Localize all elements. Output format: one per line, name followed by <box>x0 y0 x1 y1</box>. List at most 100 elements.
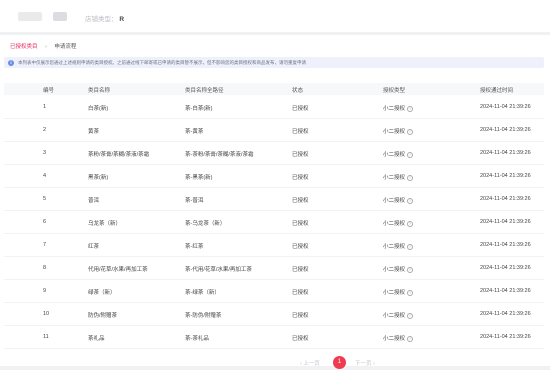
row-status: 已授权 <box>292 290 309 296</box>
auth-type-label: 小二授权 <box>383 290 406 296</box>
column-header-auth-time: 授权通过时间 <box>480 88 514 94</box>
main-content: 已授权类目 › 申请流程 i 本列表中仅展示您通过上述规则申请的类目授权。之前通… <box>0 35 550 369</box>
row-category-path: 茶-绿茶（新） <box>185 290 220 296</box>
row-category-path: 茶-白茶(新) <box>185 106 213 112</box>
table-row: 2 黄茶 茶-黄茶 已授权 小二授权? 2024-11-04 21:39:26 <box>4 118 544 142</box>
row-no: 1 <box>43 104 47 110</box>
help-icon[interactable]: ? <box>407 289 414 296</box>
row-auth-time: 2024-11-04 21:39:26 <box>480 311 531 317</box>
row-category-name: 乌龙茶（新） <box>88 221 122 227</box>
breadcrumb-separator: › <box>45 44 47 50</box>
row-no: 9 <box>43 288 47 294</box>
table-row: 9 绿茶（新） 茶-绿茶（新） 已授权 小二授权? 2024-11-04 21:… <box>4 279 544 303</box>
row-category-path: 茶-黑茶(新) <box>185 175 213 181</box>
row-auth-time: 2024-11-04 21:39:26 <box>480 173 531 179</box>
help-icon[interactable]: ? <box>407 174 414 181</box>
help-icon[interactable]: ? <box>407 151 414 158</box>
pagination: ‹ 上一页 1 下一页 › <box>0 356 550 370</box>
row-auth-time: 2024-11-04 21:39:26 <box>480 265 531 271</box>
row-category-path: 茶-代用/花草/水果/再加工茶 <box>185 267 252 273</box>
table-row: 8 代用/花草/水果/再加工茶 茶-代用/花草/水果/再加工茶 已授权 小二授权… <box>4 256 544 280</box>
breadcrumb-current: 申请流程 <box>54 44 77 50</box>
row-auth-time: 2024-11-04 21:39:26 <box>480 242 531 248</box>
breadcrumb: 已授权类目 › 申请流程 <box>10 42 76 50</box>
row-category-path: 茶-茶粉/茶膏/茶糊/茶液/茶霜 <box>185 152 254 158</box>
row-status: 已授权 <box>292 221 309 227</box>
row-status: 已授权 <box>292 313 309 319</box>
auth-type-label: 小二授权 <box>383 175 406 181</box>
column-header-name: 类目名称 <box>88 88 111 94</box>
table-row: 7 红茶 茶-红茶 已授权 小二授权? 2024-11-04 21:39:26 <box>4 233 544 257</box>
row-auth-type: 小二授权? <box>383 311 414 319</box>
redacted-shop-id <box>53 12 67 21</box>
shop-type-label: 店铺类型： <box>85 16 118 23</box>
row-category-name: 代用/花草/水果/再加工茶 <box>88 267 148 273</box>
row-category-name: 茶粉/茶膏/茶糊/茶液/茶霜 <box>88 152 150 158</box>
row-no: 8 <box>43 265 47 271</box>
row-auth-type: 小二授权? <box>383 288 414 296</box>
table-row: 6 乌龙茶（新） 茶-乌龙茶（新） 已授权 小二授权? 2024-11-04 2… <box>4 210 544 234</box>
info-icon: i <box>8 59 14 66</box>
row-status: 已授权 <box>292 129 309 135</box>
row-category-name: 红茶 <box>88 244 100 250</box>
row-auth-time: 2024-11-04 21:39:26 <box>480 150 531 156</box>
column-header-path: 类目名称全路径 <box>185 88 224 94</box>
row-category-name: 防伪/附赠茶 <box>88 313 118 319</box>
auth-type-label: 小二授权 <box>383 152 406 158</box>
table-row: 5 普洱 茶-普洱 已授权 小二授权? 2024-11-04 21:39:26 <box>4 187 544 211</box>
row-status: 已授权 <box>292 152 309 158</box>
auth-type-label: 小二授权 <box>383 129 406 135</box>
help-icon[interactable]: ? <box>407 335 414 342</box>
row-auth-type: 小二授权? <box>383 150 414 158</box>
row-category-path: 茶-乌龙茶（新） <box>185 221 226 227</box>
redacted-shop-name <box>18 12 42 21</box>
row-status: 已授权 <box>292 336 309 342</box>
row-category-name: 普洱 <box>88 198 100 204</box>
help-icon[interactable]: ? <box>407 312 414 319</box>
row-auth-time: 2024-11-04 21:39:26 <box>480 104 531 110</box>
row-status: 已授权 <box>292 106 309 112</box>
help-icon[interactable]: ? <box>407 197 414 204</box>
row-category-path: 茶-普洱 <box>185 198 204 204</box>
breadcrumb-authorized-categories[interactable]: 已授权类目 <box>10 44 38 50</box>
shop-type-value: R <box>119 16 125 23</box>
row-auth-time: 2024-11-04 21:39:26 <box>480 127 531 133</box>
row-auth-type: 小二授权? <box>383 173 414 181</box>
row-auth-time: 2024-11-04 21:39:26 <box>480 219 531 225</box>
row-category-path: 茶-红茶 <box>185 244 204 250</box>
help-icon[interactable]: ? <box>407 105 414 112</box>
shop-type: 店铺类型： R <box>85 13 124 23</box>
auth-type-label: 小二授权 <box>383 267 406 273</box>
notice-text: 本列表中仅展示您通过上述规则申请的类目授权。之前通过线下邮寄或已申请的类目暂不展… <box>18 59 306 65</box>
row-status: 已授权 <box>292 267 309 273</box>
row-auth-type: 小二授权? <box>383 334 414 342</box>
row-auth-time: 2024-11-04 21:39:26 <box>480 334 531 340</box>
top-header: 店铺类型： R <box>0 0 550 32</box>
auth-type-label: 小二授权 <box>383 198 406 204</box>
row-category-name: 黄茶 <box>88 129 100 135</box>
help-icon[interactable]: ? <box>407 266 414 273</box>
row-category-name: 白茶(新) <box>88 106 109 112</box>
page-1-button[interactable]: 1 <box>333 356 346 369</box>
row-no: 6 <box>43 219 47 225</box>
table-row: 10 防伪/附赠茶 茶-防伪/附赠茶 已授权 小二授权? 2024-11-04 … <box>4 302 544 326</box>
row-auth-type: 小二授权? <box>383 242 414 250</box>
table-row: 4 黑茶(新) 茶-黑茶(新) 已授权 小二授权? 2024-11-04 21:… <box>4 164 544 188</box>
help-icon[interactable]: ? <box>407 128 414 135</box>
auth-type-label: 小二授权 <box>383 313 406 319</box>
row-auth-type: 小二授权? <box>383 196 414 204</box>
row-no: 4 <box>43 173 47 179</box>
table-row: 11 茶礼品 茶-茶礼品 已授权 小二授权? 2024-11-04 21:39:… <box>4 325 544 349</box>
column-header-status: 状态 <box>292 88 304 94</box>
column-header-no: 编号 <box>43 88 55 94</box>
row-category-name: 茶礼品 <box>88 336 105 342</box>
help-icon[interactable]: ? <box>407 243 414 250</box>
row-status: 已授权 <box>292 175 309 181</box>
auth-type-label: 小二授权 <box>383 106 406 112</box>
help-icon[interactable]: ? <box>407 220 414 227</box>
row-no: 7 <box>43 242 47 248</box>
column-header-auth-type: 授权类型 <box>383 88 406 94</box>
auth-type-label: 小二授权 <box>383 336 406 342</box>
row-auth-time: 2024-11-04 21:39:26 <box>480 196 531 202</box>
row-auth-type: 小二授权? <box>383 104 414 112</box>
